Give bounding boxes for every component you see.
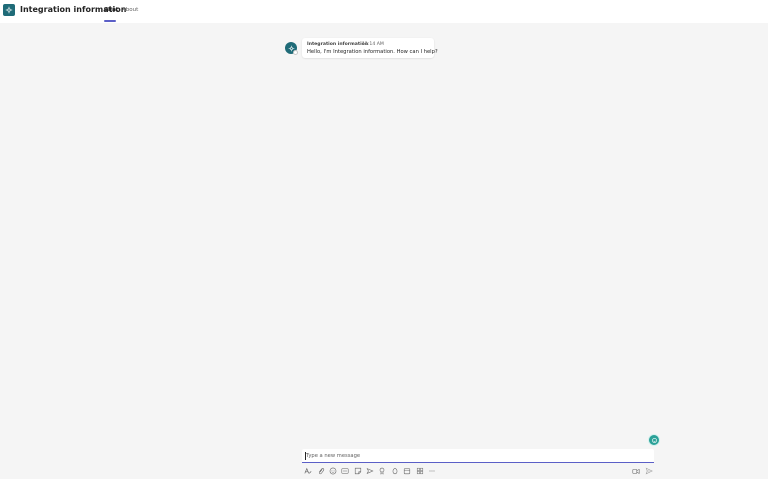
presence-status-icon xyxy=(293,50,298,55)
assistant-icon xyxy=(651,437,657,443)
compose-box[interactable] xyxy=(302,449,654,463)
emoji-icon[interactable] xyxy=(328,466,337,475)
app-icon[interactable] xyxy=(3,4,15,16)
app-header: Integration information Chat About xyxy=(0,0,768,23)
sticker-icon[interactable] xyxy=(353,466,362,475)
more-options-icon[interactable] xyxy=(427,466,436,475)
loop-icon[interactable] xyxy=(390,466,399,475)
attach-icon[interactable] xyxy=(316,466,325,475)
assistant-button[interactable] xyxy=(648,434,660,446)
schedule-meeting-icon[interactable] xyxy=(402,466,411,475)
gif-icon[interactable] xyxy=(340,466,349,475)
format-icon[interactable] xyxy=(303,466,312,475)
send-icon[interactable] xyxy=(644,466,653,475)
text-caret xyxy=(305,452,306,460)
apps-icon[interactable] xyxy=(415,466,424,475)
message-sender: Integration information xyxy=(307,42,369,47)
tab-chat[interactable]: Chat xyxy=(104,7,118,13)
send-forward-icon[interactable] xyxy=(365,466,374,475)
compose-toolbar xyxy=(302,465,654,476)
message-timestamp: 11:14 AM xyxy=(362,42,384,47)
message-input[interactable] xyxy=(306,451,646,461)
dictation-icon[interactable] xyxy=(631,466,640,475)
message-text: Hello, I'm Integration information. How … xyxy=(307,49,438,55)
active-tab-indicator xyxy=(104,20,116,22)
praise-icon[interactable] xyxy=(377,466,386,475)
tab-about[interactable]: About xyxy=(122,7,138,13)
message-bubble[interactable]: Integration information 11:14 AM Hello, … xyxy=(302,38,438,58)
app-logo-icon xyxy=(5,6,13,14)
